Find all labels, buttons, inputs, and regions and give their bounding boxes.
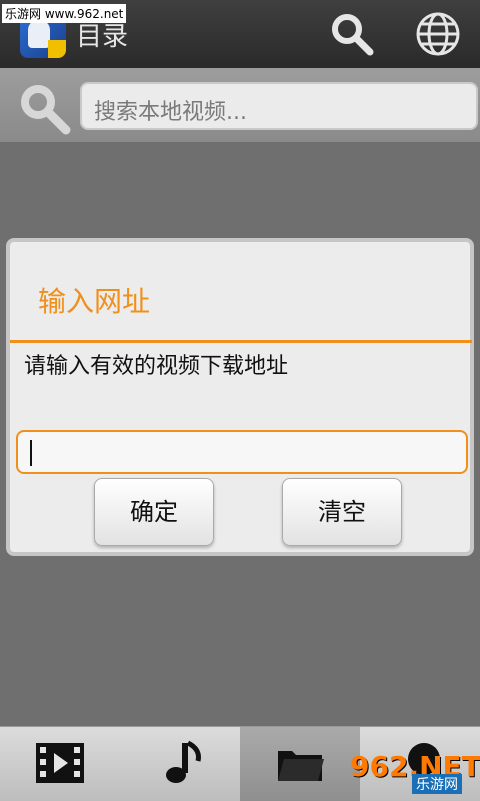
brand-logo-overlay: 962.NET 乐游网 bbox=[340, 746, 480, 800]
tab-video[interactable] bbox=[0, 727, 120, 801]
url-input[interactable] bbox=[16, 430, 468, 474]
dialog-title: 输入网址 bbox=[38, 285, 151, 318]
music-icon bbox=[166, 740, 201, 783]
search-field-icon[interactable] bbox=[18, 82, 72, 136]
ok-button[interactable]: 确定 bbox=[94, 478, 214, 546]
app-logo-corner bbox=[48, 40, 66, 58]
dialog-message: 请输入有效的视频下载地址 bbox=[24, 354, 289, 379]
globe-icon[interactable] bbox=[414, 10, 462, 58]
search-input[interactable]: 搜索本地视频... bbox=[80, 82, 478, 130]
clear-button[interactable]: 清空 bbox=[282, 478, 402, 546]
enter-url-dialog: 输入网址 请输入有效的视频下载地址 确定 清空 bbox=[6, 238, 474, 556]
folder-icon bbox=[278, 751, 324, 781]
watermark-label: 乐游网 www.962.net bbox=[2, 4, 127, 23]
app-logo-glyph bbox=[28, 20, 50, 48]
search-placeholder: 搜索本地视频... bbox=[94, 100, 247, 125]
search-icon[interactable] bbox=[328, 10, 376, 58]
video-icon bbox=[36, 743, 84, 783]
tab-music[interactable] bbox=[120, 727, 240, 801]
text-caret bbox=[30, 440, 32, 466]
top-app-bar: 目录 乐游网 www.962.net bbox=[0, 0, 480, 68]
brand-logo-subtext: 乐游网 bbox=[412, 774, 462, 794]
dialog-title-divider bbox=[10, 340, 472, 343]
